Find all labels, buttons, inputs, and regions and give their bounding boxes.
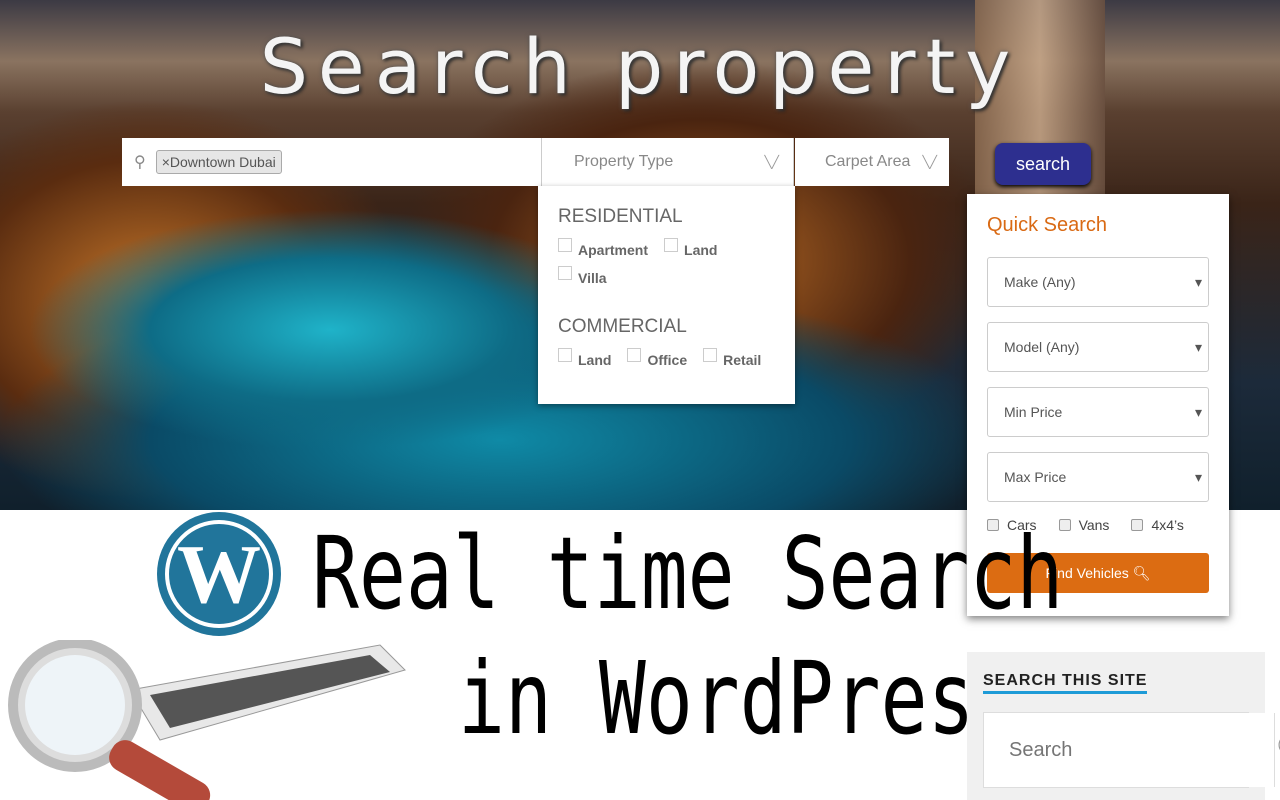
location-input[interactable]: ⚲ ×Downtown Dubai [122,138,542,186]
carpet-area-select[interactable]: Carpet Area ╲╱ [795,138,949,186]
checkbox-commercial-land[interactable]: Land [558,348,611,368]
widget-heading: SEARCH THIS SITE [983,672,1148,694]
banner-line-2: in WordPress [458,640,1022,757]
magnifier-keyboard-illustration [8,640,406,800]
location-pin-icon: ⚲ [134,154,146,171]
checkbox-apartment[interactable]: Apartment [558,238,648,258]
checkbox-land[interactable]: Land [664,238,717,258]
property-type-dropdown: RESIDENTIAL Apartment Land Villa COMMERC… [538,186,795,404]
site-search-input[interactable] [984,713,1275,787]
chevron-down-icon: ╲╱ [922,155,937,169]
checkbox-villa[interactable]: Villa [558,266,607,286]
property-type-label: Property Type [574,153,674,170]
tag-remove-icon[interactable]: × [162,154,170,170]
checkbox-vans[interactable]: Vans [1058,517,1109,533]
search-this-site-widget: SEARCH THIS SITE 🔍︎ [967,652,1280,800]
search-icon: 🔍︎ [1132,564,1151,581]
group-heading: COMMERCIAL [558,316,687,337]
quick-search-title: Quick Search [987,214,1108,236]
location-tag[interactable]: ×Downtown Dubai [155,150,282,174]
carpet-area-label: Carpet Area [825,153,911,170]
model-select[interactable]: Model (Any) ▾ [987,322,1209,372]
checkbox-4x4[interactable]: 4x4’s [1131,517,1184,533]
hero-title: Search property [259,22,1021,111]
checkbox-retail[interactable]: Retail [703,348,761,368]
search-icon: 🔍︎ [1275,734,1280,767]
make-select[interactable]: Make (Any) ▾ [987,257,1209,307]
wordpress-logo: W [157,512,281,636]
property-search-bar: ⚲ ×Downtown Dubai Property Type ╲╱ [122,138,794,186]
banner-line-1: Real time Search [312,515,1064,632]
chevron-down-icon: ╲╱ [764,155,779,169]
property-type-select[interactable]: Property Type ╲╱ [542,138,794,186]
group-heading: RESIDENTIAL [558,206,683,227]
site-search-button[interactable]: 🔍︎ [1275,713,1280,787]
max-price-select[interactable]: Max Price ▾ [987,452,1209,502]
checkbox-office[interactable]: Office [627,348,687,368]
min-price-select[interactable]: Min Price ▾ [987,387,1209,437]
location-tag-label: Downtown Dubai [169,154,276,170]
search-button[interactable]: search [995,143,1091,185]
